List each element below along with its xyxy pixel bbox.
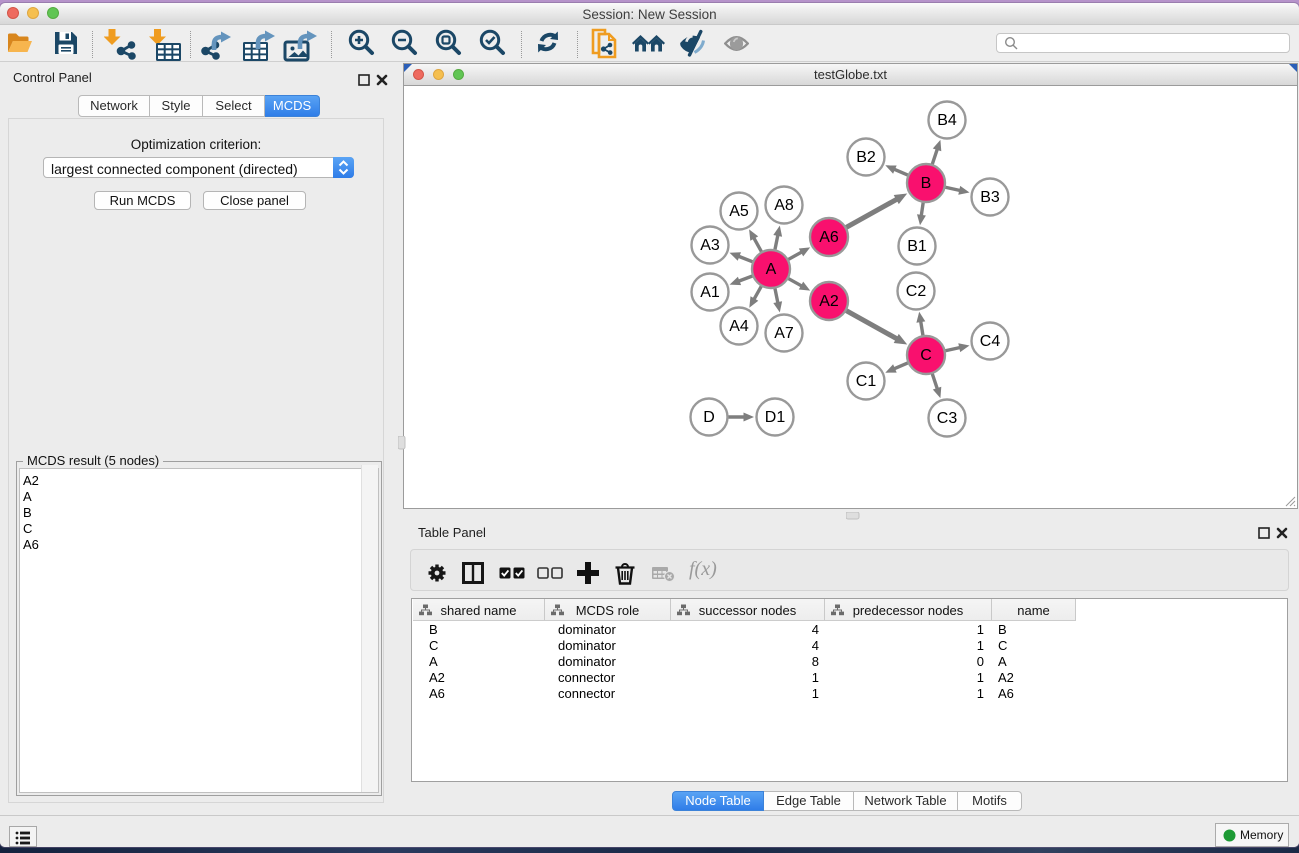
svg-text:B3: B3 [980,189,1000,206]
svg-text:D1: D1 [765,409,786,426]
svg-text:A7: A7 [774,325,794,342]
svg-text:A2: A2 [819,293,839,310]
svg-text:A1: A1 [700,284,720,301]
svg-text:B2: B2 [856,149,876,166]
svg-text:C3: C3 [937,410,958,427]
svg-text:A6: A6 [819,229,839,246]
svg-text:C2: C2 [906,283,927,300]
svg-text:A3: A3 [700,237,720,254]
svg-text:A4: A4 [729,318,749,335]
svg-text:B4: B4 [937,112,957,129]
svg-text:A8: A8 [774,197,794,214]
svg-text:C: C [920,347,932,364]
svg-text:B: B [921,175,932,192]
svg-text:C4: C4 [980,333,1001,350]
svg-text:A5: A5 [729,203,749,220]
svg-text:D: D [703,409,715,426]
svg-text:B1: B1 [907,238,927,255]
svg-text:A: A [766,261,777,278]
svg-text:C1: C1 [856,373,877,390]
